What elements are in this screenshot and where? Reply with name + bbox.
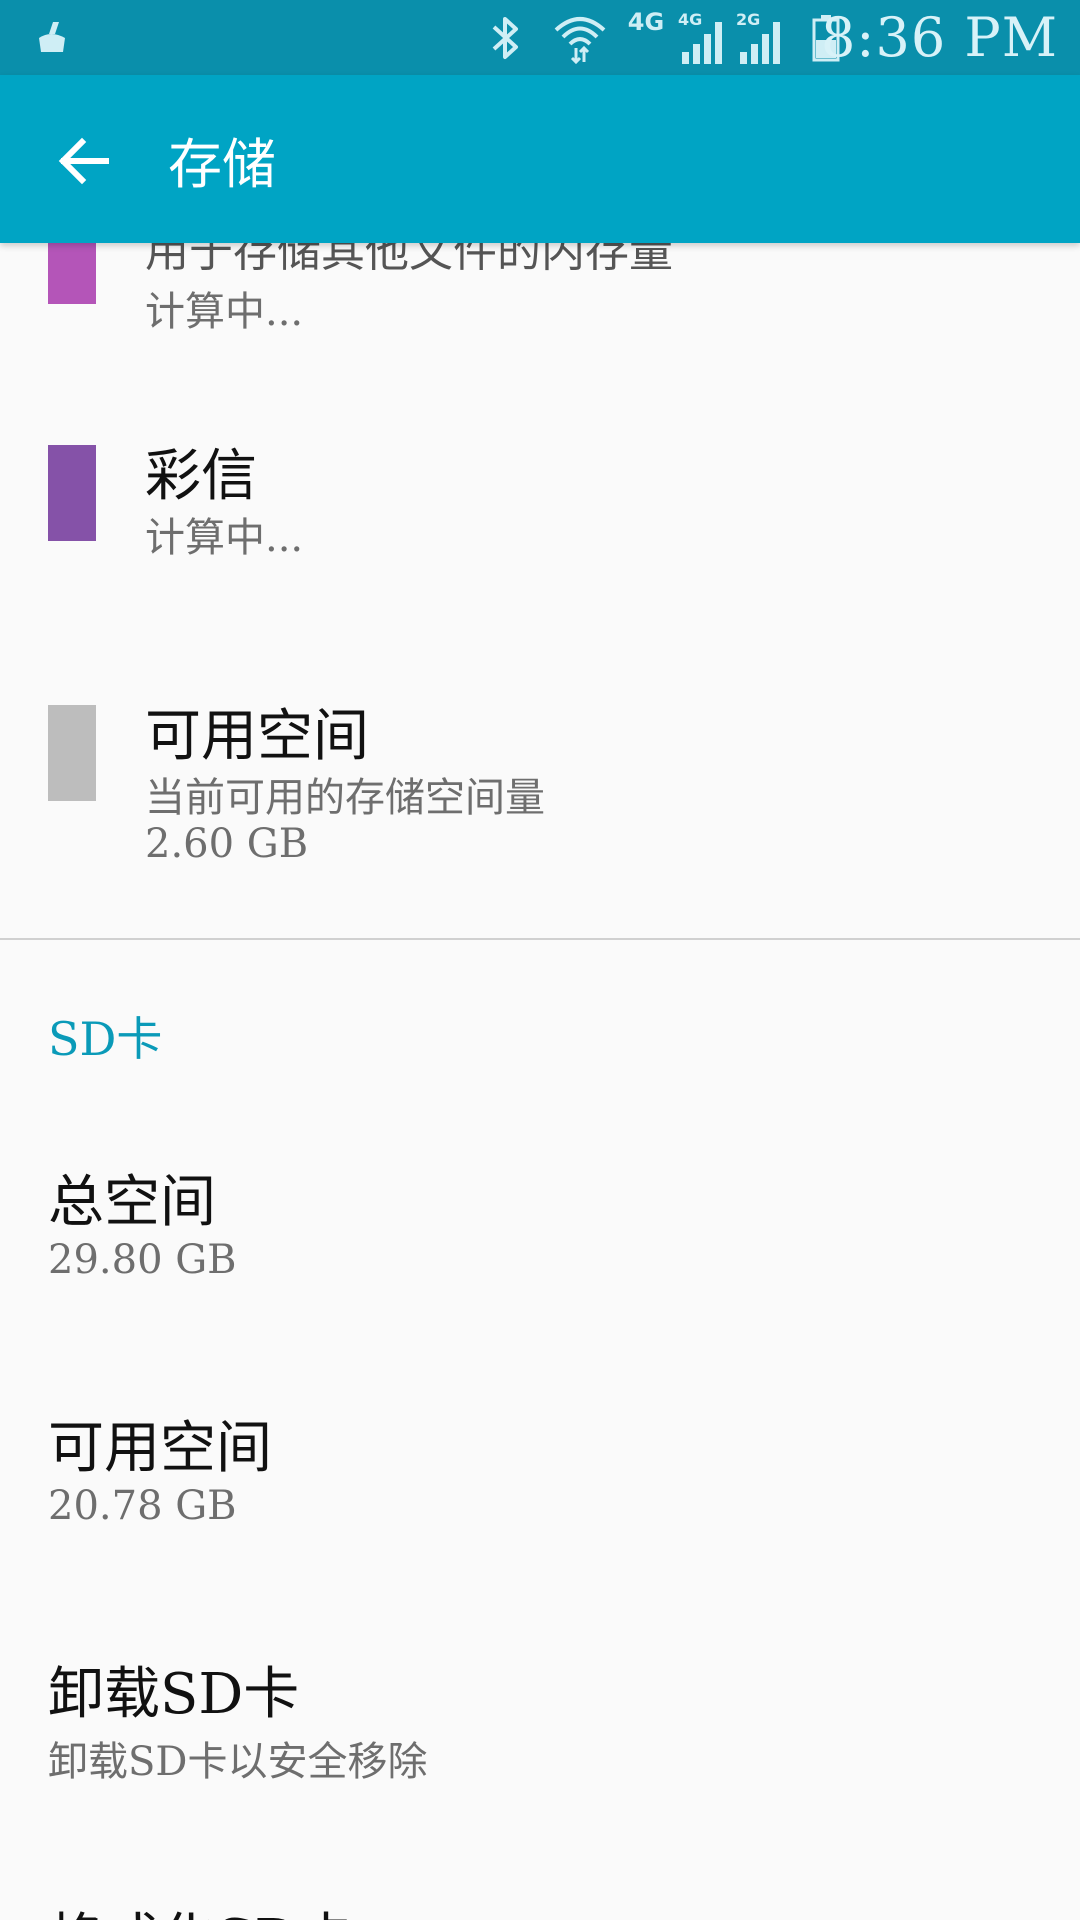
storage-settings-screen: 4G 4G 2G 8:36 PM 存储 用于存储其他文件的内存量 计算中... … bbox=[0, 0, 1080, 1920]
pref-summary: 卸载SD卡以安全移除 bbox=[48, 1739, 428, 1785]
status-bar: 4G 4G 2G 8:36 PM bbox=[0, 0, 1080, 75]
bluetooth-icon bbox=[478, 0, 534, 75]
page-title: 存储 bbox=[168, 132, 276, 196]
pref-title: 总空间 bbox=[48, 1170, 216, 1235]
storage-item-title: 彩信 bbox=[145, 444, 257, 509]
pref-summary: 20.78 GB bbox=[48, 1483, 237, 1529]
storage-item-description: 当前可用的存储空间量 bbox=[145, 775, 545, 821]
back-button[interactable] bbox=[38, 115, 130, 207]
unmount-sd-card-item[interactable]: 卸载SD卡 卸载SD卡以安全移除 bbox=[0, 1635, 1080, 1855]
pref-title: 卸载SD卡 bbox=[48, 1662, 300, 1727]
signal-icon: 4G bbox=[676, 0, 732, 75]
arrow-left-icon bbox=[58, 137, 109, 185]
storage-item-value: 2.60 GB bbox=[145, 821, 309, 867]
section-divider bbox=[0, 938, 1080, 940]
pref-title: 格式化SD卡 bbox=[48, 1895, 355, 1920]
storage-item-available[interactable]: 可用空间 当前可用的存储空间量 2.60 GB bbox=[0, 673, 1080, 993]
signal-icon: 2G bbox=[734, 0, 790, 75]
wifi-icon bbox=[550, 0, 610, 75]
app-bar: 存储 bbox=[0, 75, 1080, 243]
storage-item-title: 可用空间 bbox=[145, 704, 369, 769]
cleaner-icon bbox=[26, 0, 78, 75]
pref-summary: 29.80 GB bbox=[48, 1237, 237, 1283]
storage-item-value: 计算中... bbox=[145, 515, 304, 561]
format-sd-card-item[interactable]: 格式化SD卡 bbox=[0, 1883, 1080, 1920]
sd-available-space-item[interactable]: 可用空间 20.78 GB bbox=[0, 1389, 1080, 1609]
network-type-label: 4G bbox=[627, 8, 665, 36]
storage-item-value: 计算中... bbox=[145, 289, 304, 335]
pref-title: 可用空间 bbox=[48, 1416, 272, 1481]
storage-item-mms[interactable]: 彩信 计算中... bbox=[0, 413, 1080, 663]
storage-list: 用于存储其他文件的内存量 计算中... 彩信 计算中... 可用空间 当前可用的… bbox=[0, 243, 1080, 1920]
storage-item-title: 用于存储其他文件的内存量 bbox=[145, 243, 673, 277]
status-time: 8:36 PM bbox=[820, 6, 1058, 69]
available-color-swatch bbox=[48, 705, 96, 801]
sd-total-space-item[interactable]: 总空间 29.80 GB bbox=[0, 1143, 1080, 1363]
mms-color-swatch bbox=[48, 445, 96, 541]
misc-color-swatch bbox=[48, 243, 96, 304]
sd-card-section-header: SD卡 bbox=[48, 1012, 163, 1066]
